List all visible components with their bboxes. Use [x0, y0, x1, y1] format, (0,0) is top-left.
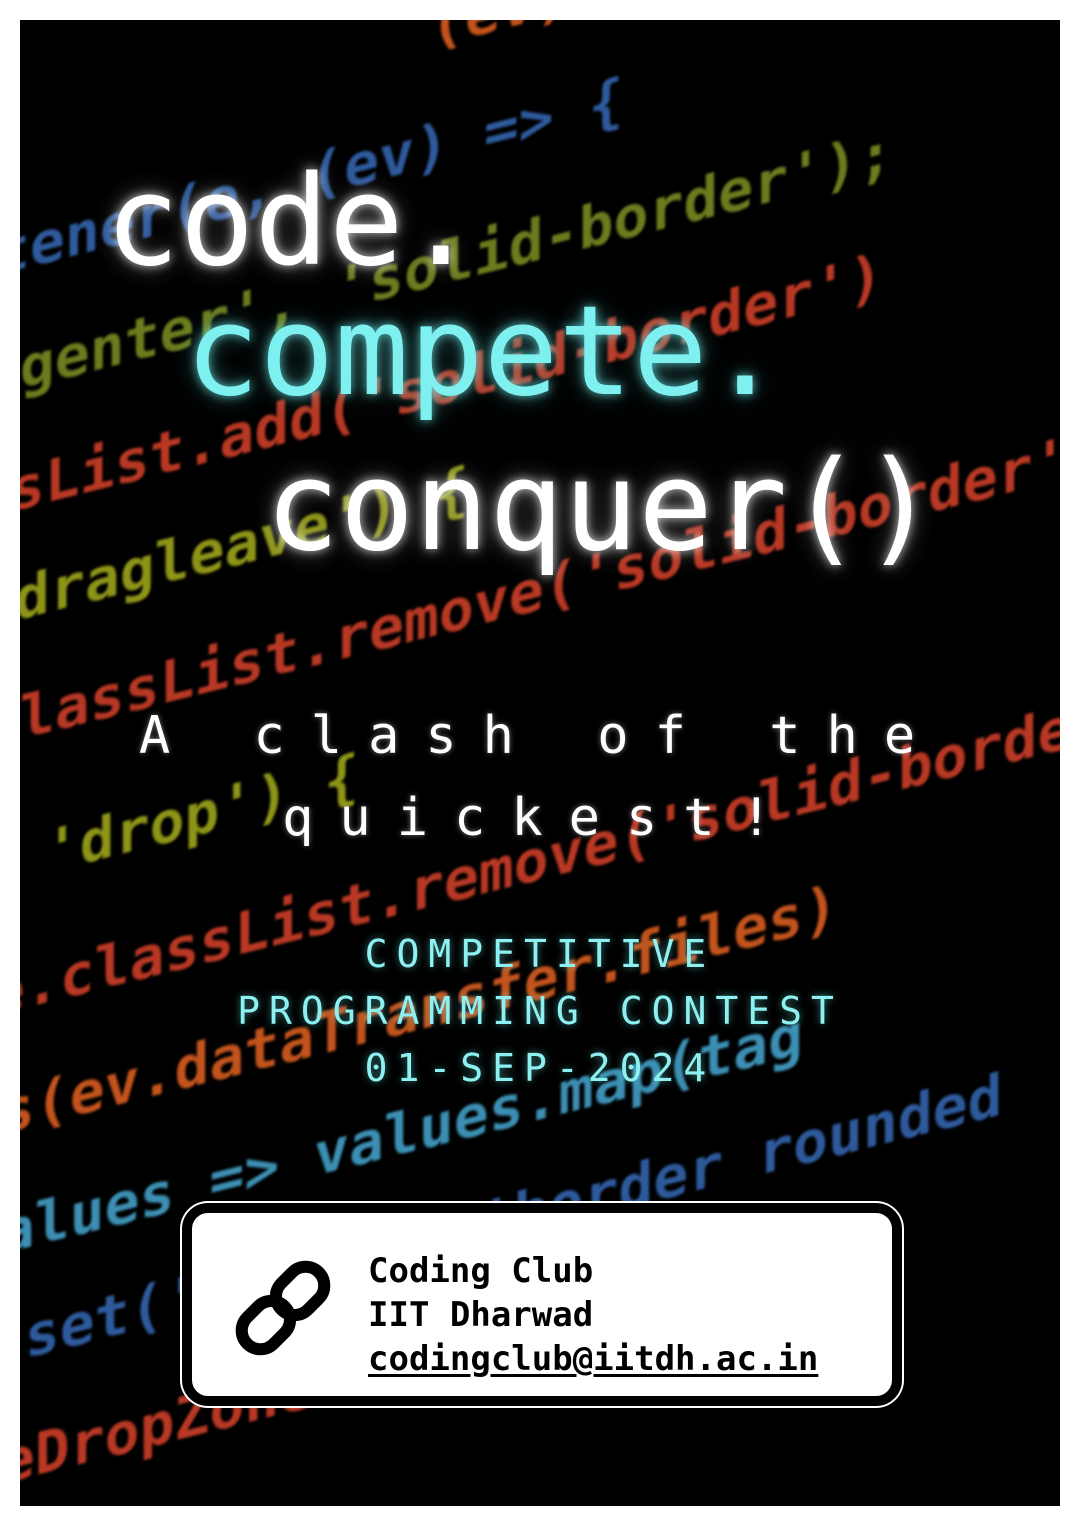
headline-code: code. — [105, 150, 479, 294]
contact-text: Coding Club IIT Dharwad codingclub@iitdh… — [368, 1249, 818, 1381]
headline-compete: compete. — [185, 280, 783, 424]
background-code-line: (ev) => { — [430, 20, 744, 61]
tagline-line-2: quickest! — [282, 788, 798, 848]
headline-conquer: conquer() — [265, 435, 937, 579]
event-type-line-1: COMPETITIVE — [364, 932, 716, 976]
institute-name: IIT Dharwad — [368, 1295, 594, 1335]
contact-card: Coding Club IIT Dharwad codingclub@iitdh… — [182, 1203, 902, 1406]
club-name: Coding Club — [368, 1251, 594, 1291]
event-date: 01-SEP-2024 — [364, 1046, 716, 1090]
tagline-line-1: A clash of the — [138, 706, 942, 766]
event-type-line-2: PROGRAMMING CONTEST — [237, 989, 843, 1033]
poster: (ev) => {stener(e, (ev) => {ragenter', '… — [20, 20, 1060, 1506]
contact-email-link[interactable]: codingclub@iitdh.ac.in — [368, 1339, 818, 1379]
link-icon — [235, 1260, 331, 1356]
